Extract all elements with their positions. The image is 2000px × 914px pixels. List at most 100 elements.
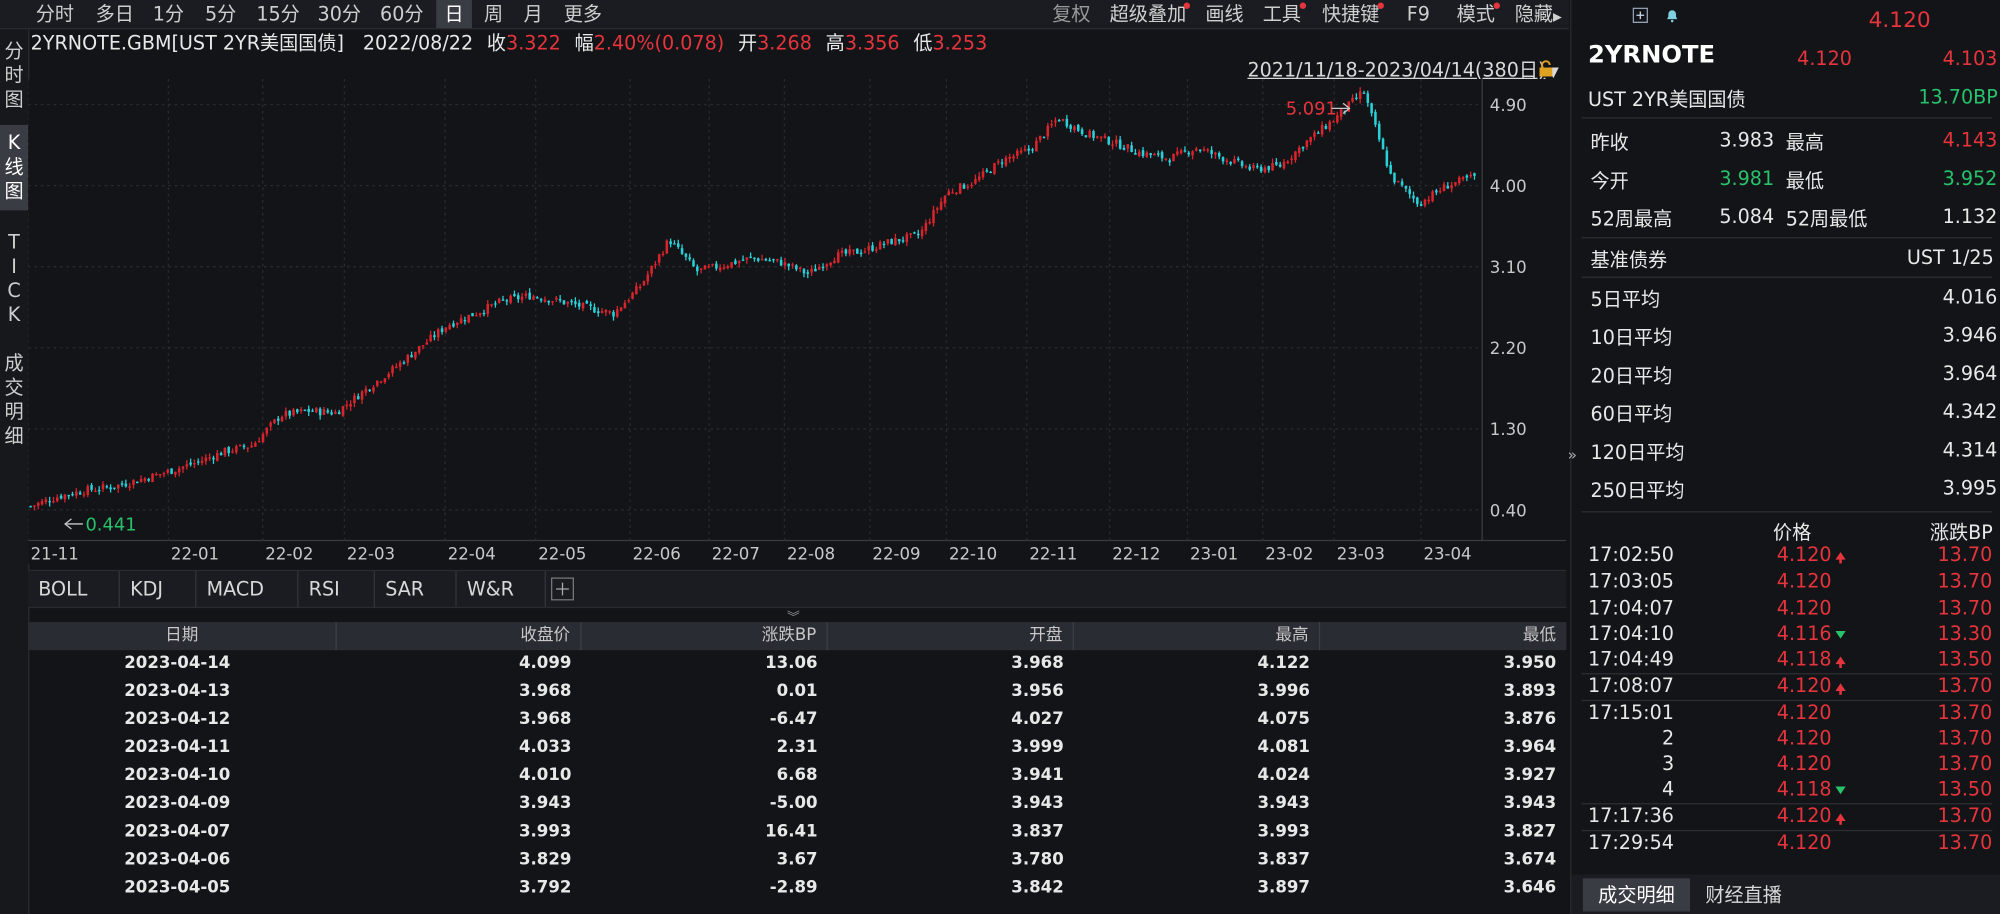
candle-body <box>776 259 779 261</box>
period-multiday[interactable]: 多日 <box>89 0 140 28</box>
tab-rsi[interactable]: RSI <box>298 571 375 607</box>
tab-wr[interactable]: W&R <box>457 571 546 607</box>
quote-panel: 4.120 2YRNOTE 4.120 4.103 UST 2YR美国国债 13… <box>1570 0 2000 914</box>
period-week[interactable]: 周 <box>477 0 510 28</box>
period-day[interactable]: 日 <box>436 0 472 29</box>
candle-body <box>924 223 928 232</box>
shortcut-button[interactable]: 快捷键 <box>1318 0 1384 28</box>
table-cell: 3.996 <box>1257 682 1310 702</box>
x-tick-label: 22-01 <box>171 545 219 564</box>
table-row[interactable]: 2023-04-12 3.968 -6.47 4.027 4.075 3.876 <box>28 706 1566 734</box>
wk52-high: 5.084 <box>1719 205 1775 229</box>
expand-panel-icon[interactable]: » <box>1568 446 1577 464</box>
table-row[interactable]: 2023-04-06 3.829 3.67 3.780 3.837 3.674 <box>28 846 1566 874</box>
tab-intraday-chart[interactable]: 分时图 <box>0 40 28 113</box>
candle-body <box>433 335 436 338</box>
ask-price: 4.103 <box>1942 47 1998 71</box>
adjust-button[interactable]: 复权 <box>1046 0 1097 28</box>
add-watchlist-icon[interactable] <box>1632 4 1648 23</box>
candle-body <box>1012 156 1015 159</box>
tab-trade-details-bottom[interactable]: 成交明细 <box>1582 878 1691 912</box>
candle-body <box>219 452 223 456</box>
table-row[interactable]: 2023-04-07 3.993 16.41 3.837 3.993 3.827 <box>28 818 1566 846</box>
candle-body <box>303 409 307 412</box>
period-1min[interactable]: 1分 <box>148 0 189 28</box>
ma-value: 4.314 <box>1942 438 1998 462</box>
period-month[interactable]: 月 <box>517 0 550 28</box>
candle-body <box>852 249 855 251</box>
candle-body <box>547 300 551 303</box>
tab-kdj[interactable]: KDJ <box>120 571 197 607</box>
alert-bell-icon[interactable] <box>1665 4 1680 23</box>
table-row[interactable]: 2023-04-13 3.968 0.01 3.956 3.996 3.893 <box>28 678 1566 706</box>
x-tick-label: 22-04 <box>448 545 496 564</box>
tab-sar[interactable]: SAR <box>375 571 457 607</box>
candle-body <box>642 281 646 286</box>
table-row[interactable]: 2023-04-11 4.033 2.31 3.999 4.081 3.964 <box>28 734 1566 762</box>
add-indicator-icon[interactable] <box>551 577 574 601</box>
tab-finance-live[interactable]: 财经直播 <box>1690 878 1797 911</box>
period-5min[interactable]: 5分 <box>200 0 241 28</box>
candle-body <box>817 266 821 270</box>
candle-body <box>402 362 406 364</box>
candle-body <box>821 266 825 269</box>
benchmark-bond: UST 1/25 <box>1906 246 1994 269</box>
candle-body <box>97 489 101 492</box>
table-row[interactable]: 2023-04-10 4.010 6.68 3.941 4.024 3.927 <box>28 762 1566 790</box>
candle-body <box>886 239 890 244</box>
candle-body <box>890 238 893 245</box>
candle-body <box>737 261 741 264</box>
candle-body <box>353 395 356 404</box>
tab-tick[interactable]: TICK <box>0 231 28 328</box>
x-tick-label: 22-12 <box>1112 545 1160 564</box>
draw-button[interactable]: 画线 <box>1200 0 1248 28</box>
candle-body <box>844 249 848 254</box>
candle-body <box>688 257 691 260</box>
candle-body <box>467 314 470 323</box>
period-more[interactable]: 更多 <box>557 0 608 28</box>
candle-body <box>82 494 86 496</box>
ma-value: 3.995 <box>1942 476 1998 500</box>
table-cell: 3.67 <box>776 850 818 870</box>
candle-body <box>1358 91 1362 100</box>
period-15min[interactable]: 15分 <box>253 0 304 28</box>
tab-trade-details[interactable]: 成交明细 <box>0 352 28 449</box>
ma-label: 5日平均 <box>1590 288 1661 312</box>
candle-body <box>269 422 272 427</box>
symbol-fullname: UST 2YR美国国债 <box>1587 87 1746 111</box>
table-row[interactable]: 2023-04-09 3.943 -5.00 3.943 3.943 3.943 <box>28 790 1566 818</box>
table-row[interactable]: 2023-04-14 4.099 13.06 3.968 4.122 3.950 <box>28 650 1566 678</box>
candle-body <box>1080 129 1084 135</box>
candle-body <box>334 411 337 414</box>
arrow-down-icon <box>1835 786 1846 795</box>
hide-button[interactable]: 隐藏▶ <box>1509 0 1568 28</box>
candle-body <box>75 491 78 496</box>
table-row[interactable]: 2023-04-05 3.792 -2.89 3.842 3.897 3.646 <box>28 875 1566 903</box>
overlay-button[interactable]: 超级叠加 <box>1107 0 1189 28</box>
candle-body <box>193 463 196 465</box>
tab-kline-chart[interactable]: K线图 <box>0 124 29 211</box>
kline-chart[interactable]: 4.90 4.00 3.10 2.20 1.30 0.40 21-11 22-01 22-02 2… <box>28 79 1567 564</box>
f9-button[interactable]: F9 <box>1400 0 1436 28</box>
tab-macd[interactable]: MACD <box>196 571 299 607</box>
period-intraday[interactable]: 分时 <box>31 0 79 28</box>
candle-body <box>341 406 345 416</box>
candle-body <box>795 265 798 270</box>
candle-body <box>216 453 219 461</box>
tick-row: 17:04:07 4.120 13.70 <box>1587 596 1993 620</box>
lock-icon[interactable] <box>1537 59 1555 77</box>
candle-body <box>288 410 291 416</box>
period-60min[interactable]: 60分 <box>376 0 427 28</box>
candle-body <box>86 486 90 495</box>
candle-body <box>1145 152 1149 157</box>
tab-boll[interactable]: BOLL <box>28 571 120 607</box>
period-30min[interactable]: 30分 <box>314 0 365 28</box>
candle-body <box>814 268 817 272</box>
candle-body <box>116 484 120 489</box>
table-cell: 3.943 <box>1257 794 1310 814</box>
candle-body <box>958 183 962 194</box>
change-bp: 13.70BP <box>1918 85 1998 109</box>
candle-body <box>440 328 444 333</box>
candle-body <box>421 345 425 347</box>
candle-body <box>1099 136 1103 138</box>
